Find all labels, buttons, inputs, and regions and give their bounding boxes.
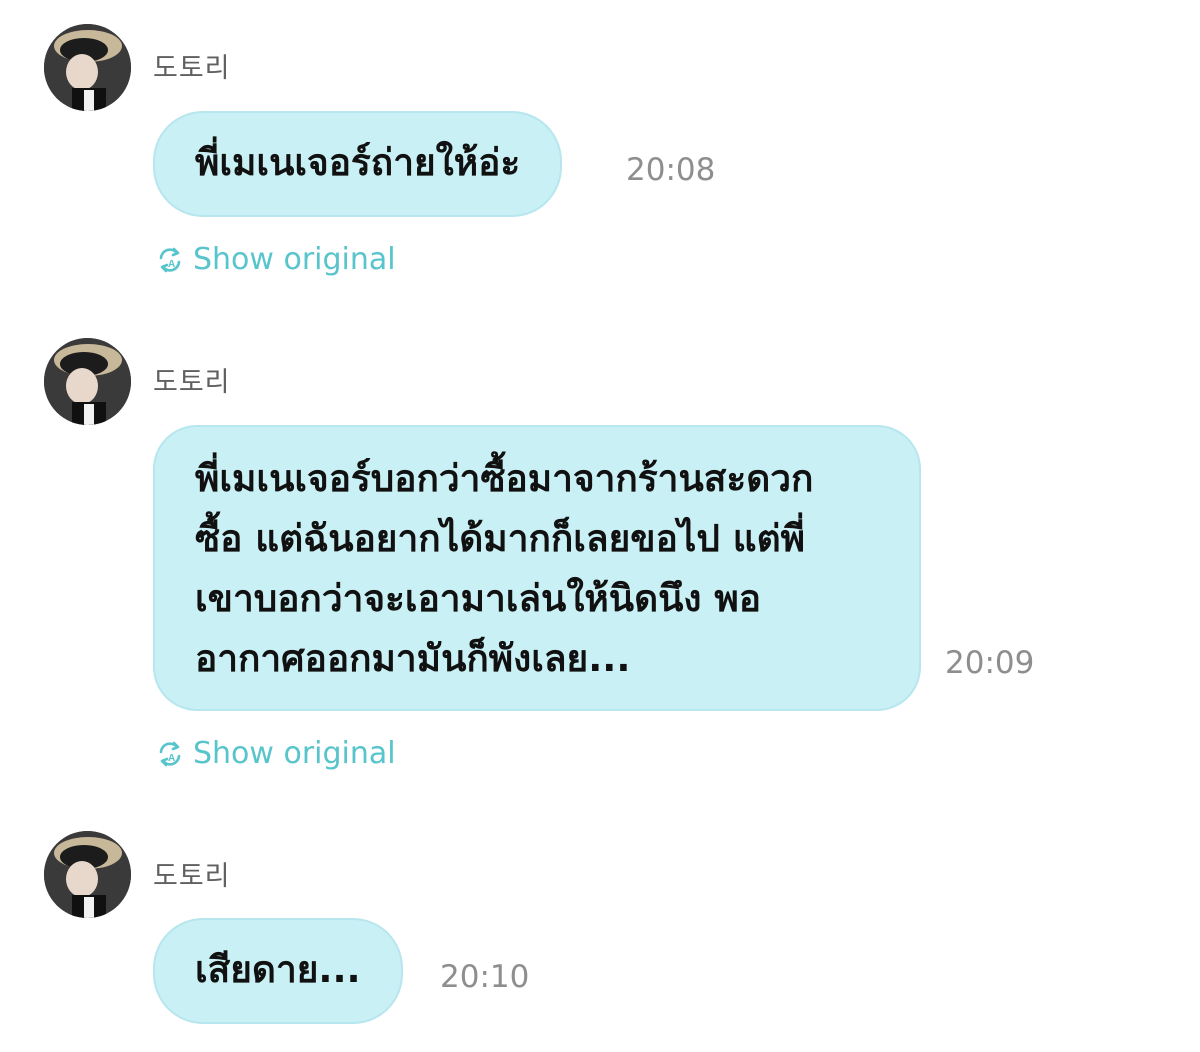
avatar[interactable] bbox=[44, 24, 131, 111]
message-bubble[interactable]: พี่เมเนเจอร์บอกว่าซื้อมาจากร้านสะดวก ซื้… bbox=[153, 425, 921, 711]
message-time: 20:09 bbox=[945, 645, 1035, 681]
svg-text:A: A bbox=[168, 753, 175, 764]
show-original-link[interactable]: A Show original bbox=[155, 242, 396, 277]
show-original-label: Show original bbox=[193, 736, 396, 771]
avatar[interactable] bbox=[44, 338, 131, 425]
translate-icon: A bbox=[155, 739, 185, 769]
avatar[interactable] bbox=[44, 831, 131, 918]
message-bubble[interactable]: พี่เมเนเจอร์ถ่ายให้อ่ะ bbox=[153, 111, 563, 217]
message-time: 20:10 bbox=[440, 959, 530, 995]
sender-name: 도토리 bbox=[153, 367, 231, 398]
sender-name: 도토리 bbox=[153, 53, 231, 84]
message-bubble[interactable]: เสียดาย... bbox=[153, 918, 403, 1024]
message-time: 20:08 bbox=[626, 152, 716, 188]
svg-text:A: A bbox=[168, 259, 175, 270]
translate-icon: A bbox=[155, 245, 185, 275]
sender-name: 도토리 bbox=[153, 861, 231, 892]
show-original-link[interactable]: A Show original bbox=[155, 736, 396, 771]
show-original-label: Show original bbox=[193, 242, 396, 277]
